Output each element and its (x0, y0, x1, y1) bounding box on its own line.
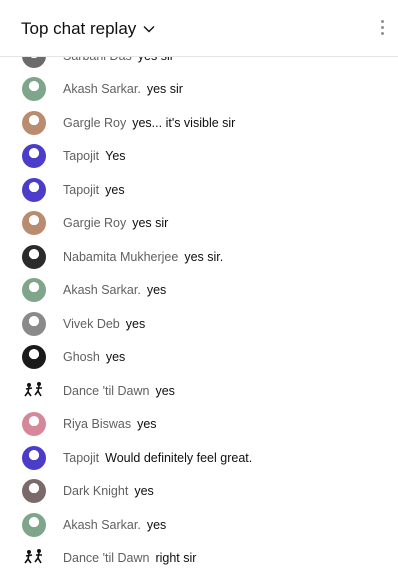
avatar[interactable] (22, 177, 46, 202)
chat-author-name[interactable]: Vivek Deb (63, 317, 120, 331)
chat-message-body: yes (146, 283, 167, 297)
chat-message-body: Would definitely feel great. (105, 450, 253, 465)
chat-message-body: yes... it's visible sir (132, 115, 236, 130)
dancer-icon[interactable] (22, 379, 46, 403)
chat-header: Top chat replay (0, 0, 398, 57)
chat-message[interactable]: Vivek Deb yes (0, 307, 398, 340)
chat-message-text: Nabamita Mukherjee yes sir. (63, 250, 223, 264)
avatar[interactable] (22, 512, 46, 537)
avatar[interactable] (22, 311, 46, 336)
chat-message-body: yes (155, 383, 175, 398)
chat-mode-label: Top chat replay (21, 19, 137, 38)
avatar[interactable] (22, 345, 46, 369)
chat-message-body: yes sir. (184, 249, 224, 264)
chat-author-name[interactable]: Riya Biswas (63, 417, 131, 431)
chevron-down-icon (143, 26, 155, 33)
chat-message-text: Akash Sarkar. yes (63, 518, 166, 532)
chat-author-name[interactable]: Tapojit (63, 183, 99, 197)
chat-message[interactable]: Gargle Roy yes... it's visible sir (0, 106, 398, 139)
chat-message-text: Akash Sarkar. yes sir (63, 82, 183, 96)
chat-message[interactable]: Ghosh yes (0, 341, 398, 374)
chat-message[interactable]: Dark Knight yes (0, 475, 398, 508)
chat-author-name[interactable]: Gargle Roy (63, 116, 126, 130)
avatar[interactable] (22, 77, 46, 101)
chat-author-name[interactable]: Akash Sarkar. (63, 283, 141, 297)
chat-message-text: Gargle Roy yes... it's visible sir (63, 116, 235, 130)
chat-message[interactable]: Akash Sarkar. yes (0, 508, 398, 541)
chat-message-body: yes (105, 182, 125, 197)
avatar[interactable] (22, 412, 46, 436)
chat-message[interactable]: Riya Biswas yes (0, 408, 398, 441)
chat-message-body: yes sir (146, 82, 183, 96)
chat-author-name[interactable]: Dark Knight (63, 484, 128, 498)
chat-message-body: right sir (155, 551, 197, 565)
chat-message-body: yes sir (132, 216, 169, 230)
chat-author-name[interactable]: Dance 'til Dawn (63, 384, 149, 398)
chat-message[interactable]: Nabamita Mukherjee yes sir. (0, 240, 398, 273)
chat-author-name[interactable]: Gargie Roy (63, 216, 126, 230)
chat-message-body: yes (134, 484, 154, 498)
avatar[interactable] (22, 211, 46, 235)
chat-message-text: Riya Biswas yes (63, 417, 157, 431)
chat-message[interactable]: Akash Sarkar. yes (0, 274, 398, 307)
avatar[interactable] (22, 244, 46, 269)
avatar[interactable] (22, 110, 46, 135)
chat-message-text: Dance 'til Dawn right sir (63, 551, 196, 565)
chat-message-body: Yes (105, 149, 126, 163)
chat-message-text: Tapojit Would definitely feel great. (63, 451, 252, 465)
chat-message-text: Tapojit yes (63, 183, 125, 197)
chat-author-name[interactable]: Nabamita Mukherjee (63, 250, 178, 264)
more-options-icon[interactable] (374, 14, 390, 40)
chat-message-list[interactable]: Sarbani Dasyes sirAkash Sarkar.yes sirGa… (0, 40, 398, 573)
chat-message[interactable]: Dance 'til Dawn yes (0, 374, 398, 407)
avatar[interactable] (22, 278, 46, 302)
avatar[interactable] (22, 144, 46, 168)
chat-message[interactable]: Tapojit Would definitely feel great. (0, 441, 398, 474)
chat-message[interactable]: Dance 'til Dawn right sir (0, 542, 398, 573)
chat-author-name[interactable]: Akash Sarkar. (63, 82, 141, 96)
dancer-icon[interactable] (22, 546, 46, 570)
chat-author-name[interactable]: Tapojit (63, 451, 99, 465)
chat-message-text: Tapojit Yes (63, 149, 126, 163)
chat-message-body: yes (146, 517, 167, 532)
chat-message-text: Akash Sarkar. yes (63, 283, 166, 297)
chat-message[interactable]: Tapojit yes (0, 173, 398, 206)
chat-message[interactable]: Akash Sarkar. yes sir (0, 73, 398, 106)
avatar[interactable] (22, 479, 46, 503)
chat-message-text: Dark Knight yes (63, 484, 154, 498)
chat-author-name[interactable]: Ghosh (63, 350, 100, 364)
chat-mode-selector[interactable]: Top chat replay (21, 19, 156, 39)
avatar[interactable] (22, 445, 46, 470)
chat-message-body: yes (137, 417, 157, 431)
chat-message[interactable]: Tapojit Yes (0, 140, 398, 173)
chat-message-text: Vivek Deb yes (63, 317, 145, 331)
chat-author-name[interactable]: Tapojit (63, 149, 99, 163)
chat-message[interactable]: Gargie Roy yes sir (0, 207, 398, 240)
chat-author-name[interactable]: Akash Sarkar. (63, 518, 141, 532)
chat-message-text: Gargie Roy yes sir (63, 216, 168, 230)
chat-message-body: yes (105, 350, 126, 364)
chat-author-name[interactable]: Dance 'til Dawn (63, 551, 149, 565)
chat-message-text: Ghosh yes (63, 350, 125, 364)
chat-message-text: Dance 'til Dawn yes (63, 384, 175, 398)
chat-message-body: yes (125, 316, 146, 331)
